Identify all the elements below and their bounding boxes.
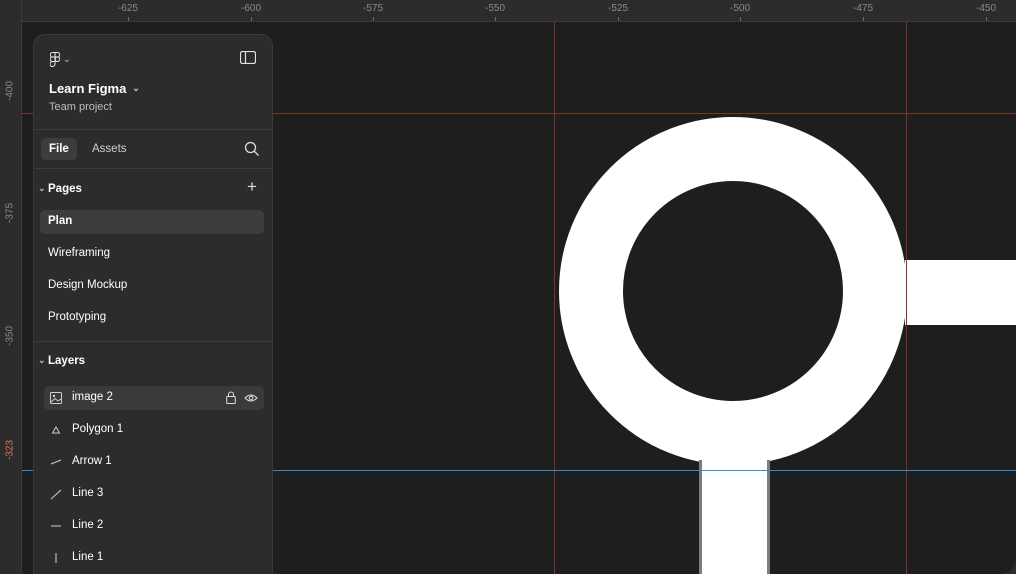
- line-icon: [51, 525, 61, 527]
- ruler-tick-x: -600: [240, 3, 262, 21]
- add-page-button[interactable]: +: [244, 178, 260, 195]
- right-bar-shape[interactable]: [905, 260, 1016, 325]
- ruler-tick-x: -475: [852, 3, 874, 21]
- ruler-tick-y: -375: [4, 202, 16, 223]
- ruler-tick-x: -625: [117, 3, 139, 21]
- ruler-tick-x: -500: [729, 3, 751, 21]
- layer-item-line-1[interactable]: Line 1: [44, 546, 264, 570]
- page-item-label: Design Mockup: [48, 279, 128, 291]
- eye-icon[interactable]: [244, 392, 258, 404]
- chevron-down-icon: ⌄: [63, 53, 71, 64]
- layer-label: Line 1: [72, 551, 104, 563]
- main-menu-button[interactable]: ⌄: [50, 50, 74, 68]
- sidebar-tabs: File Assets: [34, 130, 272, 169]
- project-name: Learn Figma: [49, 81, 127, 96]
- project-subtitle: Team project: [49, 101, 112, 113]
- page-item-plan[interactable]: Plan: [40, 210, 264, 234]
- page-item-prototyping[interactable]: Prototyping: [40, 306, 264, 330]
- ruler-vertical[interactable]: -400 -375 -350 -323: [0, 0, 22, 574]
- stem-shadow-left: [699, 460, 702, 574]
- layer-item-line-2[interactable]: Line 2: [44, 514, 264, 538]
- ruler-tick-x: -550: [484, 3, 506, 21]
- page-item-label: Plan: [48, 215, 73, 227]
- project-name-button[interactable]: Learn Figma ⌄: [49, 81, 140, 96]
- stem-shadow: [767, 460, 770, 574]
- ruler-tick-x: -575: [362, 3, 384, 21]
- figma-window: -625 -600 -575 -550 -525 -500 -475 -450 …: [0, 0, 1016, 574]
- layer-label: image 2: [72, 391, 113, 403]
- figma-logo-icon: [50, 51, 60, 67]
- page-item-label: Wireframing: [48, 247, 110, 259]
- layer-item-polygon-1[interactable]: Polygon 1: [44, 418, 264, 442]
- guide-vertical-right[interactable]: [906, 21, 907, 574]
- line-icon: [55, 553, 57, 563]
- layer-label: Arrow 1: [72, 455, 112, 467]
- ruler-horizontal[interactable]: -625 -600 -575 -550 -525 -500 -475 -450: [0, 0, 1016, 22]
- ruler-tick-y-highlight: -323: [4, 439, 16, 460]
- guide-vertical-left[interactable]: [554, 21, 555, 574]
- pages-section-header[interactable]: ⌄ Pages +: [34, 178, 272, 202]
- ruler-tick-y: -350: [4, 325, 16, 346]
- image-icon: [50, 392, 62, 404]
- arrow-icon: [50, 459, 62, 465]
- layer-item-arrow-1[interactable]: Arrow 1: [44, 450, 264, 474]
- layer-label: Polygon 1: [72, 423, 124, 435]
- line-icon: [50, 489, 62, 500]
- layer-item-image-2[interactable]: image 2: [44, 386, 264, 410]
- layer-item-line-3[interactable]: Line 3: [44, 482, 264, 506]
- polygon-icon: [51, 426, 61, 434]
- tab-assets[interactable]: Assets: [84, 138, 135, 160]
- ring-shape[interactable]: [559, 117, 907, 465]
- search-icon[interactable]: [244, 141, 260, 157]
- chevron-down-icon: ⌄: [132, 83, 140, 93]
- chevron-down-icon: ⌄: [38, 183, 46, 193]
- layers-section-header[interactable]: ⌄ Layers: [34, 350, 272, 374]
- left-sidebar: ⌄ Learn Figma ⌄ Team project File Assets…: [33, 34, 273, 574]
- ruler-tick-y: -400: [4, 80, 16, 101]
- ruler-tick-x: -450: [975, 3, 997, 21]
- sidebar-header: ⌄ Learn Figma ⌄ Team project: [34, 35, 272, 130]
- layer-label: Line 2: [72, 519, 104, 531]
- lock-icon[interactable]: [226, 391, 236, 404]
- page-item-design-mockup[interactable]: Design Mockup: [40, 274, 264, 298]
- page-item-label: Prototyping: [48, 311, 107, 323]
- ruler-tick-x: -525: [607, 3, 629, 21]
- chevron-down-icon: ⌄: [38, 355, 46, 365]
- stem-shape[interactable]: [702, 440, 768, 574]
- layers-header-label: Layers: [48, 355, 86, 367]
- page-item-wireframing[interactable]: Wireframing: [40, 242, 264, 266]
- tab-file[interactable]: File: [41, 138, 77, 160]
- layer-label: Line 3: [72, 487, 104, 499]
- pages-header-label: Pages: [48, 183, 82, 195]
- section-divider: [34, 341, 272, 342]
- sidebar-toggle-icon[interactable]: [240, 51, 256, 64]
